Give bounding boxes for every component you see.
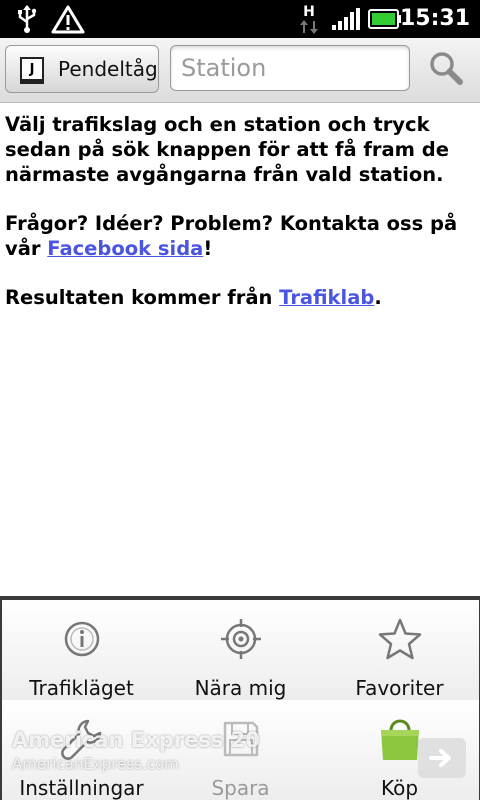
train-sign-letter: J [29,61,35,77]
signal-icon [330,0,362,38]
options-menu: Trafikläget Nära mig Favoriter Inställni… [0,596,480,800]
status-bar: H 15:31 [0,0,480,38]
menu-item-trafiklaget[interactable]: Trafikläget [2,600,161,700]
trafiklab-link[interactable]: Trafiklab [279,286,374,309]
menu-item-label: Köp [380,776,419,800]
menu-item-favoriter[interactable]: Favoriter [320,600,479,700]
info-icon [62,618,102,660]
search-icon [428,50,464,90]
star-icon [378,618,422,660]
intro-text: Välj trafikslag och en station och tryck… [5,113,449,186]
battery-icon [368,0,402,38]
network-type-label: H [303,4,315,20]
menu-item-label: Inställningar [19,776,144,800]
save-icon [221,718,261,760]
menu-item-label: Spara [211,776,270,800]
menu-item-label: Trafikläget [29,676,134,700]
transport-mode-button[interactable]: J Pendeltåg [5,45,159,93]
train-sign-icon: J [20,57,44,84]
facebook-link[interactable]: Facebook sida [47,237,203,260]
network-data-icon: H [296,0,322,38]
menu-item-nara-mig[interactable]: Nära mig [161,600,320,700]
location-target-icon [220,618,262,660]
source-paragraph: Resultaten kommer från Trafiklab. [5,285,471,310]
wrench-icon [60,718,104,760]
menu-item-installningar[interactable]: Inställningar [2,700,161,800]
toolbar: J Pendeltåg [0,38,480,103]
menu-item-spara[interactable]: Spara [161,700,320,800]
market-bag-icon [377,718,423,760]
source-text: Resultaten kommer från [5,286,280,309]
info-content: Välj trafikslag och en station och tryck… [5,112,471,334]
transport-mode-label: Pendeltåg [58,57,158,81]
usb-icon [14,0,40,38]
menu-item-label: Nära mig [194,676,287,700]
contact-paragraph: Frågor? Idéer? Problem? Kontakta oss på … [5,211,471,261]
menu-item-kop[interactable]: Köp [320,700,479,800]
search-button[interactable] [424,50,468,90]
source-suffix: . [374,286,382,309]
menu-item-label: Favoriter [355,676,444,700]
contact-suffix: ! [203,237,213,260]
warning-icon [50,0,86,38]
clock: 15:31 [399,6,470,31]
station-input[interactable] [170,45,410,91]
